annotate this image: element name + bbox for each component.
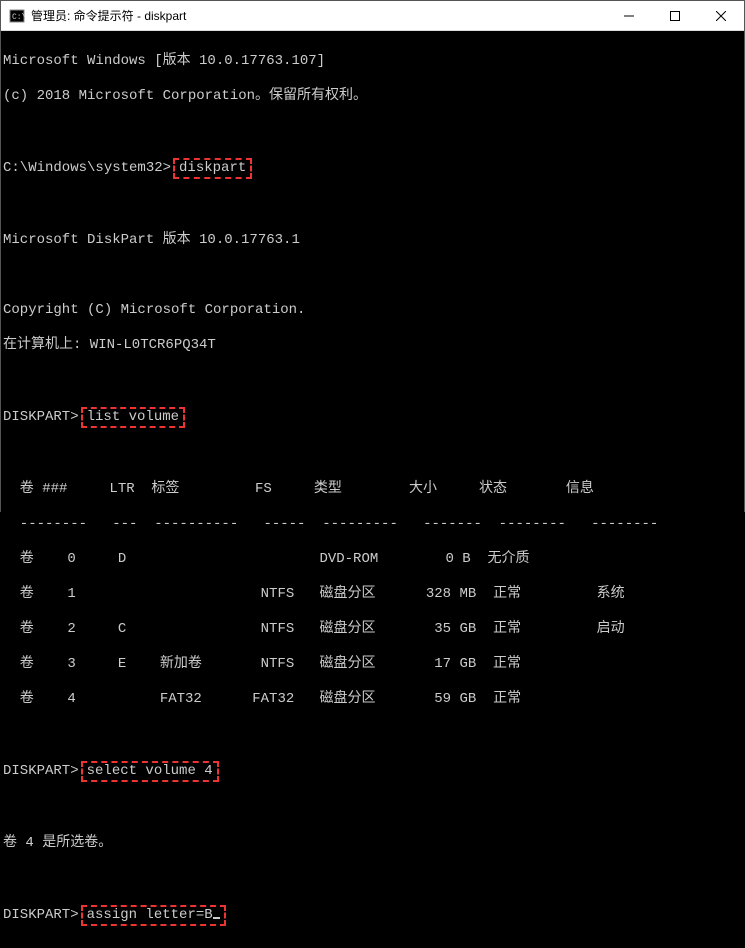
titlebar: C:\ 管理员: 命令提示符 - diskpart xyxy=(1,1,744,31)
blank-line xyxy=(3,372,742,390)
prompt-text: DISKPART> xyxy=(3,763,79,779)
blank-line xyxy=(3,446,742,464)
prompt-text: DISKPART> xyxy=(3,907,79,923)
prompt-text: C:\Windows\system32> xyxy=(3,160,171,176)
cmd-highlight: diskpart xyxy=(173,158,252,180)
svg-text:C:\: C:\ xyxy=(12,13,25,22)
table-row: 卷 1 NTFS 磁盘分区 328 MB 正常 系统 xyxy=(3,586,742,604)
cmd-highlight: list volume xyxy=(81,407,185,429)
table-row: 卷 0 D DVD-ROM 0 B 无介质 xyxy=(3,551,742,569)
cmd-text: assign letter=B xyxy=(87,907,213,923)
window-controls xyxy=(606,1,744,30)
blank-line xyxy=(3,267,742,285)
cmd-highlight: select volume 4 xyxy=(81,761,219,783)
blank-line xyxy=(3,123,742,141)
prompt-line: C:\Windows\system32>diskpart xyxy=(3,158,742,180)
maximize-button[interactable] xyxy=(652,1,698,30)
table-header: 卷 ### LTR 标签 FS 类型 大小 状态 信息 xyxy=(3,481,742,499)
copyright-line: Copyright (C) Microsoft Corporation. xyxy=(3,302,742,320)
cursor-icon xyxy=(213,917,220,919)
table-row: 卷 4 FAT32 FAT32 磁盘分区 59 GB 正常 xyxy=(3,691,742,709)
computer-line: 在计算机上: WIN-L0TCR6PQ34T xyxy=(3,337,742,355)
blank-line xyxy=(3,726,742,744)
banner-line: Microsoft Windows [版本 10.0.17763.107] xyxy=(3,53,742,71)
minimize-button[interactable] xyxy=(606,1,652,30)
prompt-line: DISKPART> assign letter=B xyxy=(3,905,742,927)
blank-line xyxy=(3,800,742,818)
table-row: 卷 3 E 新加卷 NTFS 磁盘分区 17 GB 正常 xyxy=(3,656,742,674)
copyright-line: (c) 2018 Microsoft Corporation。保留所有权利。 xyxy=(3,88,742,106)
table-row: 卷 2 C NTFS 磁盘分区 35 GB 正常 启动 xyxy=(3,621,742,639)
selected-msg: 卷 4 是所选卷。 xyxy=(3,835,742,853)
prompt-text: DISKPART> xyxy=(3,409,79,425)
prompt-line: DISKPART>list volume xyxy=(3,407,742,429)
blank-line xyxy=(3,197,742,215)
close-button[interactable] xyxy=(698,1,744,30)
terminal-area[interactable]: Microsoft Windows [版本 10.0.17763.107] (c… xyxy=(1,31,744,948)
blank-line xyxy=(3,870,742,888)
prompt-line: DISKPART>select volume 4 xyxy=(3,761,742,783)
table-rule: -------- --- ---------- ----- --------- … xyxy=(3,516,742,534)
cmd-icon: C:\ xyxy=(9,8,25,24)
window-title: 管理员: 命令提示符 - diskpart xyxy=(31,7,606,24)
cmd-highlight: assign letter=B xyxy=(81,905,226,927)
diskpart-banner: Microsoft DiskPart 版本 10.0.17763.1 xyxy=(3,232,742,250)
